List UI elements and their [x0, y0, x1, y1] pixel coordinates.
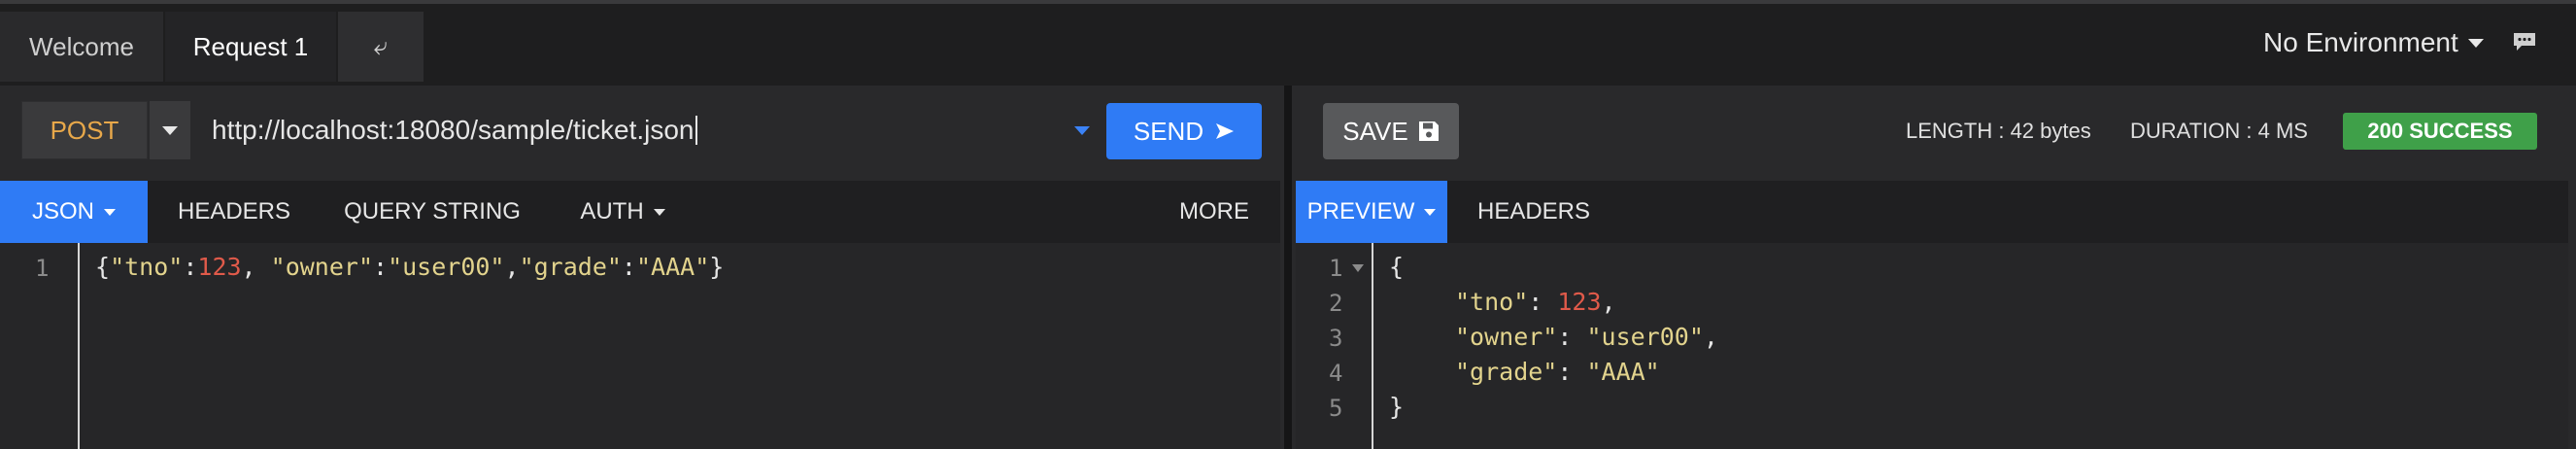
send-icon: [1216, 123, 1235, 139]
json-key: "grade": [519, 253, 622, 281]
line-number: 3: [1329, 325, 1343, 352]
tab-headers[interactable]: HEADERS: [161, 181, 307, 243]
request-tabs: JSON HEADERS QUERY STRING AUTH MORE: [0, 181, 1280, 243]
tab-response-headers[interactable]: HEADERS: [1461, 181, 1607, 243]
status-badge: 200 SUCCESS: [2343, 113, 2537, 150]
save-label: SAVE: [1342, 116, 1408, 146]
json-key: "owner": [270, 253, 374, 281]
chevron-down-icon: [2467, 38, 2484, 48]
comma: ,: [241, 253, 271, 281]
colon: :: [1557, 323, 1587, 351]
line-gutter: 1 2 3 4 5: [1296, 243, 1373, 449]
save-button[interactable]: SAVE: [1323, 103, 1459, 159]
chevron-down-icon: [653, 208, 665, 216]
line-number: 5: [1329, 395, 1343, 422]
line-number: 2: [1329, 290, 1343, 317]
code-line: "grade": "AAA": [1455, 358, 1660, 386]
request-bar: POST http://localhost:18080/sample/ticke…: [21, 101, 1278, 163]
json-key: "grade": [1455, 358, 1558, 386]
method-dropdown-button[interactable]: [150, 101, 190, 159]
tab-auth-label: AUTH: [580, 198, 644, 224]
tab-json-label: JSON: [31, 198, 94, 224]
tab-auth[interactable]: AUTH: [559, 181, 686, 243]
brace: {: [95, 253, 111, 281]
line-gutter: 1: [0, 243, 80, 449]
tab-request-1[interactable]: Request 1: [165, 12, 336, 82]
json-key: "tno": [1455, 288, 1529, 316]
colon: :: [183, 253, 198, 281]
text-cursor: [695, 116, 697, 145]
json-string: "AAA": [1586, 358, 1660, 386]
response-length: LENGTH : 42 bytes: [1906, 119, 2091, 143]
tab-preview[interactable]: PREVIEW: [1296, 181, 1447, 243]
chevron-down-icon: [1424, 208, 1437, 216]
tab-welcome[interactable]: Welcome: [0, 12, 163, 82]
brace: }: [709, 253, 725, 281]
send-button[interactable]: SEND: [1106, 103, 1262, 159]
comma: ,: [1601, 288, 1616, 316]
new-tab-button[interactable]: ⤶: [338, 12, 424, 82]
colon: :: [373, 253, 389, 281]
tab-more[interactable]: MORE: [1166, 181, 1263, 243]
tab-query-string[interactable]: QUERY STRING: [330, 181, 534, 243]
environment-select[interactable]: No Environment: [2263, 27, 2484, 58]
code-line: {"tno":123, "owner":"user00","grade":"AA…: [95, 253, 724, 281]
tab-json[interactable]: JSON: [0, 181, 148, 243]
json-string: "AAA": [635, 253, 710, 281]
url-history-caret-icon[interactable]: [1074, 126, 1090, 135]
colon: :: [1557, 358, 1587, 386]
panel-divider[interactable]: [1284, 86, 1292, 449]
chevron-down-icon: [162, 125, 178, 135]
method-button[interactable]: POST: [21, 101, 148, 159]
comma: ,: [1703, 323, 1718, 351]
json-key: "tno": [110, 253, 184, 281]
json-string: "user00": [388, 253, 505, 281]
code-line: {: [1389, 253, 1405, 281]
json-number: 123: [197, 253, 242, 281]
line-number: 4: [1329, 360, 1343, 387]
environment-label: No Environment: [2263, 27, 2458, 57]
tab-preview-label: PREVIEW: [1306, 198, 1415, 224]
code-line: "owner": "user00",: [1455, 323, 1718, 351]
json-number: 123: [1557, 288, 1602, 316]
response-tabs: PREVIEW HEADERS: [1296, 181, 2568, 243]
colon: :: [1528, 288, 1558, 316]
json-key: "owner": [1455, 323, 1558, 351]
line-number: 1: [1329, 255, 1343, 282]
chevron-down-icon: [104, 208, 116, 216]
response-duration: DURATION : 4 MS: [2130, 119, 2308, 143]
code-line: }: [1389, 393, 1405, 421]
code-line: "tno": 123,: [1455, 288, 1616, 316]
floppy-disk-icon: [1418, 121, 1439, 141]
url-text: http://localhost:18080/sample/ticket.jso…: [212, 115, 695, 145]
top-bar: Welcome Request 1 ⤶ No Environment: [0, 0, 2576, 86]
request-body-editor[interactable]: 1 {"tno":123, "owner":"user00","grade":"…: [0, 243, 1280, 449]
chat-icon[interactable]: [2512, 31, 2537, 52]
line-number: 1: [35, 255, 50, 282]
fold-arrow-icon[interactable]: [1352, 264, 1364, 272]
comma: ,: [504, 253, 520, 281]
send-label: SEND: [1133, 116, 1204, 146]
response-body-viewer[interactable]: 1 2 3 4 5 { "tno": 123, "owner": "user00…: [1296, 243, 2568, 449]
url-input[interactable]: http://localhost:18080/sample/ticket.jso…: [212, 101, 1086, 159]
json-string: "user00": [1586, 323, 1704, 351]
colon: :: [621, 253, 636, 281]
